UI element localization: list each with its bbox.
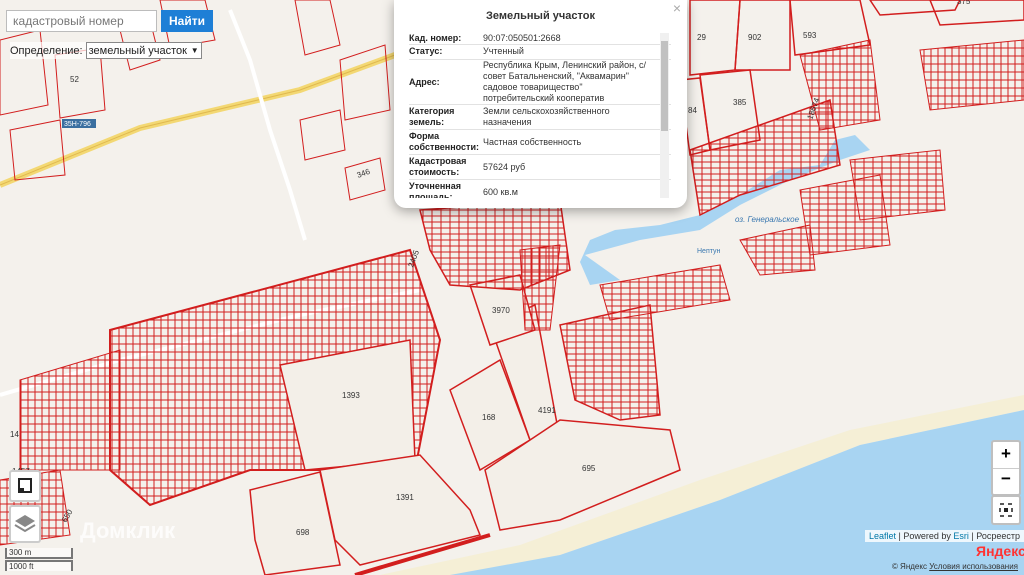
parcel-label-84: 84 <box>688 106 697 115</box>
parcel-label-695: 695 <box>582 464 596 473</box>
fullscreen-button[interactable] <box>9 470 41 502</box>
attribution: Leaflet | Powered by Esri | Росреестр <box>864 530 1024 542</box>
parcel-label-4191: 4191 <box>538 406 556 415</box>
road-sign-label: 35Н-796 <box>64 121 91 128</box>
scale-metric: 300 m <box>5 548 73 559</box>
powered-by-text: | Powered by <box>898 531 951 541</box>
popup-row: Уточненная площадь: 600 кв.м <box>409 180 671 198</box>
definition-select[interactable]: земельный участок ▼ <box>85 42 202 59</box>
address-value: Республика Крым, Ленинский район, с/сове… <box>483 60 647 103</box>
cadastral-cost-value: 57624 руб <box>483 161 526 172</box>
domclick-watermark: Домклик <box>80 518 176 543</box>
yandex-copyright: © Яндекс Условия использования <box>892 562 1018 571</box>
zoom-in-button[interactable]: + <box>993 442 1019 469</box>
parcel-label-14: 14 <box>10 430 19 439</box>
popup-row: Кадастровая стоимость: 57624 руб <box>409 155 671 180</box>
popup-row: Категория земель: Земли сельскохозяйстве… <box>409 105 671 130</box>
neptun-label: Нептун <box>697 248 721 255</box>
rosreestr-text: | Росреестр <box>971 531 1020 541</box>
fullscreen-icon <box>18 478 32 493</box>
chevron-down-icon: ▼ <box>190 46 199 55</box>
ownership-value: Частная собственность <box>483 136 582 147</box>
locate-button[interactable] <box>991 495 1021 525</box>
popup-row-label: Адрес: <box>409 76 440 87</box>
definition-row: Определение: земельный участок ▼ <box>10 42 202 59</box>
popup-row: Кад. номер: 90:07:050501:2668 <box>409 32 671 45</box>
popup-row: Адрес: Республика Крым, Ленинский район,… <box>409 60 671 105</box>
cadastral-search-input[interactable] <box>6 10 157 32</box>
area-value: 600 кв.м <box>483 186 518 197</box>
popup-row-label: Уточненная площадь: <box>409 181 461 198</box>
search-bar: Найти <box>6 10 213 32</box>
parcel-label-1391: 1391 <box>396 493 414 502</box>
parcel-label-1393: 1393 <box>342 391 360 400</box>
lake-label: оз. Генеральское <box>735 215 800 224</box>
scale-bar: 300 m 1000 ft <box>5 548 73 571</box>
parcel-popup: × Земельный участок Кад. номер: 90:07:05… <box>394 0 687 208</box>
parcel-label-52: 52 <box>70 75 79 84</box>
parcel-label-3970: 3970 <box>492 306 510 315</box>
yandex-copy-text: © Яндекс <box>891 562 927 571</box>
popup-row: Статус: Учтенный <box>409 45 671 60</box>
zoom-out-button[interactable]: − <box>993 469 1019 495</box>
cadastral-number: 90:07:050501:2668 <box>483 33 561 43</box>
esri-link[interactable]: Esri <box>953 531 969 541</box>
layers-icon <box>14 515 36 533</box>
parcel-label-29: 29 <box>697 33 706 42</box>
parcel-label-385: 385 <box>733 98 747 107</box>
zoom-control: + − <box>991 440 1021 496</box>
popup-scrollbar-thumb[interactable] <box>661 41 668 131</box>
parcel-label-168: 168 <box>482 413 496 422</box>
parcel-label-698: 698 <box>296 528 310 537</box>
terms-link[interactable]: Условия использования <box>929 562 1018 571</box>
popup-row: Форма собственности: Частная собственнос… <box>409 130 671 155</box>
popup-row-label: Кадастровая стоимость: <box>409 156 467 177</box>
scale-imperial: 1000 ft <box>5 560 73 571</box>
popup-row-label: Категория земель: <box>409 106 455 127</box>
parcel-label-902: 902 <box>748 33 762 42</box>
popup-table: Кад. номер: 90:07:050501:2668 Статус: Уч… <box>409 32 671 198</box>
definition-label: Определение: <box>10 44 83 57</box>
layers-button[interactable] <box>9 505 41 543</box>
locate-icon <box>999 503 1013 517</box>
status-value: Учтенный <box>483 46 524 56</box>
definition-selected-value: земельный участок <box>88 44 187 57</box>
search-button[interactable]: Найти <box>161 10 213 32</box>
popup-row-label: Статус: <box>409 46 443 56</box>
leaflet-link[interactable]: Leaflet <box>869 531 896 541</box>
yandex-logo: Яндекс <box>976 543 1024 559</box>
popup-row-label: Форма собственности: <box>409 131 479 152</box>
land-category-value: Земли сельскохозяйственного назначения <box>483 106 610 127</box>
parcel-label-593: 593 <box>803 31 817 40</box>
popup-row-label: Кад. номер: <box>409 33 462 43</box>
parcel-label-375: 375 <box>957 0 971 6</box>
popup-title: Земельный участок <box>486 10 595 22</box>
popup-scrollbar[interactable] <box>660 33 669 198</box>
